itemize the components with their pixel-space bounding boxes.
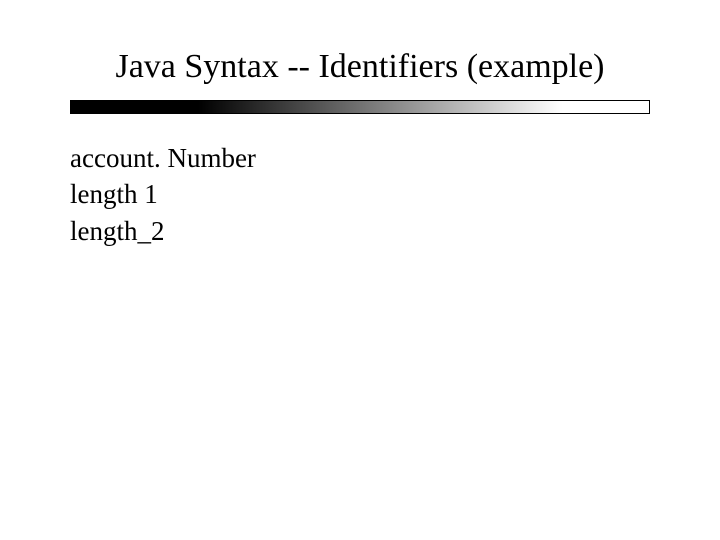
identifier-line: length_2 — [70, 213, 650, 249]
identifier-line: length 1 — [70, 176, 650, 212]
slide-body: account. Number length 1 length_2 — [70, 140, 650, 249]
gradient-divider — [70, 100, 650, 114]
slide-title: Java Syntax -- Identifiers (example) — [0, 48, 720, 86]
slide: Java Syntax -- Identifiers (example) acc… — [0, 0, 720, 540]
identifier-line: account. Number — [70, 140, 650, 176]
